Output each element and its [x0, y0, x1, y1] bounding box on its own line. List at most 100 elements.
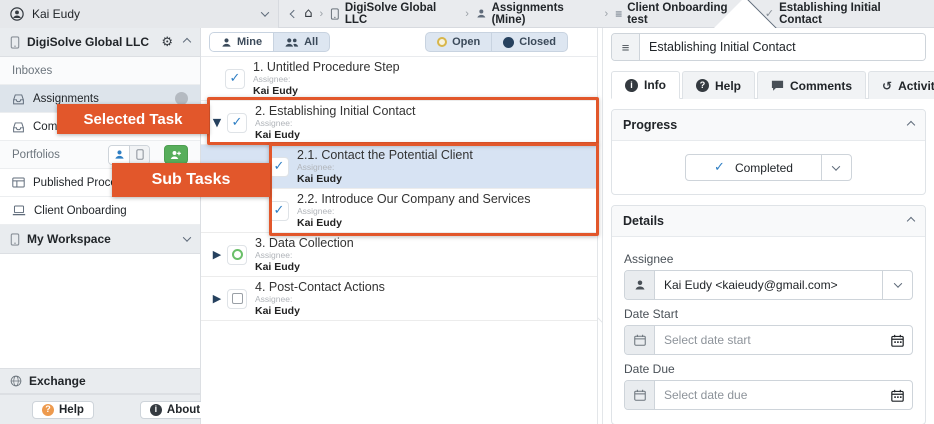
breadcrumb-separator: › — [465, 7, 469, 20]
task-checkbox-unchecked[interactable] — [227, 288, 247, 309]
assignee-label: Assignee: — [255, 250, 293, 261]
sidebar-item-client-onboarding[interactable]: Client Onboarding — [0, 197, 200, 225]
info-icon: i — [149, 403, 162, 416]
task-row-selected[interactable]: ✓ 2.1. Contact the Potential Client Assi… — [201, 145, 597, 189]
progress-card-header[interactable]: Progress — [612, 110, 925, 141]
user-menu[interactable]: Kai Eudy — [0, 0, 280, 28]
sidebar-item-label: Published Procedures — [33, 176, 146, 189]
filter-mine-button[interactable]: Mine — [210, 33, 274, 51]
home-icon[interactable]: ⌂ — [304, 6, 312, 21]
assignee-name: Kai Eudy — [297, 173, 342, 186]
tab-comments[interactable]: Comments — [757, 71, 867, 99]
task-checkbox[interactable]: ✓ — [225, 68, 245, 89]
task-checkbox[interactable]: ✓ — [269, 156, 289, 177]
task-title-input[interactable] — [640, 34, 925, 60]
progress-status-dropdown[interactable]: ✓ Completed — [685, 154, 852, 181]
details-card-header[interactable]: Details — [612, 206, 925, 237]
add-portfolio-button[interactable] — [164, 145, 188, 164]
detail-tabs: i Info ? Help Comments ↺ Activity — [611, 70, 934, 99]
breadcrumb-task[interactable]: ✓ Establishing Initial Contact — [765, 2, 922, 26]
select-caret[interactable] — [882, 271, 912, 299]
task-row[interactable]: ▶ 3. Data Collection Assignee: Kai Eudy — [201, 233, 597, 277]
sidebar-item-exchange[interactable]: Exchange — [0, 0, 934, 424]
tab-help[interactable]: ? Help — [682, 71, 756, 99]
assignments-badge — [175, 92, 188, 105]
sidebar-item-comments[interactable]: Comments — [0, 113, 200, 141]
tab-activity[interactable]: ↺ Activity — [868, 71, 934, 99]
task-row[interactable]: ▶ 4. Post-Contact Actions Assignee: Kai … — [201, 277, 597, 321]
filter-closed-button[interactable]: Closed — [491, 33, 567, 51]
date-start-input[interactable] — [655, 326, 882, 354]
dropdown-caret[interactable] — [820, 155, 851, 180]
check-icon: ✓ — [714, 160, 725, 175]
person-view-icon[interactable] — [109, 145, 129, 164]
task-row[interactable]: ✓ 1. Untitled Procedure Step Assignee: K… — [201, 57, 597, 101]
tablet-icon — [331, 7, 339, 20]
help-button[interactable]: ? Help — [32, 400, 94, 419]
about-button[interactable]: i About — [139, 400, 211, 419]
info-icon: i — [625, 78, 638, 92]
check-icon: ✓ — [231, 115, 243, 130]
assignee-name: Kai Eudy — [255, 261, 300, 274]
breadcrumb-separator: › — [319, 7, 324, 20]
sidebar-item-published-procedures[interactable]: Published Procedures — [0, 169, 200, 197]
date-due-field[interactable] — [624, 380, 913, 410]
empty-checkbox-icon — [231, 293, 243, 304]
sidebar-item-assignments[interactable]: Assignments — [0, 85, 200, 113]
calendar-picker-icon[interactable] — [882, 326, 912, 354]
chevron-up-icon[interactable] — [182, 37, 192, 47]
tablet-view-icon[interactable] — [129, 145, 149, 164]
date-due-input[interactable] — [655, 381, 882, 409]
sidebar-section-portfolios: Portfolios — [0, 141, 200, 169]
calendar-icon — [625, 381, 655, 409]
sidebar-workspace-header[interactable]: My Workspace — [0, 225, 200, 254]
assignee-select[interactable]: Kai Eudy <kaieudy@gmail.com> — [624, 270, 913, 300]
task-title: 1. Untitled Procedure Step — [253, 59, 400, 74]
progress-card: Progress ✓ Completed — [611, 109, 926, 195]
date-start-field[interactable] — [624, 325, 913, 355]
caret-expanded-icon[interactable]: ▼ — [209, 116, 225, 129]
portfolio-view-toggle[interactable] — [108, 144, 150, 165]
sidebar-footer: ? Help i About — [0, 394, 211, 424]
filter-open-button[interactable]: Open — [426, 33, 491, 51]
details-card-body: Assignee Kai Eudy <kaieudy@gmail.com> Da… — [612, 237, 925, 424]
task-checkbox[interactable]: ✓ — [227, 112, 247, 133]
tab-info[interactable]: i Info — [611, 71, 680, 99]
calendar-picker-icon[interactable] — [882, 381, 912, 409]
task-list-panel: Mine All Open Closed ✓ 1. Untitled Proce… — [201, 28, 598, 424]
details-card: Details Assignee Kai Eudy <kaieudy@gmail… — [611, 205, 926, 424]
check-icon: ✓ — [229, 71, 241, 86]
caret-collapsed-icon[interactable]: ▶ — [209, 292, 225, 305]
task-status-open[interactable] — [227, 244, 247, 265]
assignee-label: Assignee: — [297, 162, 335, 173]
task-row[interactable]: ▼ ✓ 2. Establishing Initial Contact Assi… — [201, 101, 597, 145]
task-title: 3. Data Collection — [255, 235, 354, 250]
assignee-name: Kai Eudy — [255, 305, 300, 318]
globe-icon — [10, 375, 22, 387]
breadcrumb-assignments[interactable]: Assignments (Mine) — [476, 2, 598, 26]
inbox-tray-icon — [13, 121, 24, 132]
person-icon — [625, 271, 655, 299]
chevron-down-icon — [261, 7, 270, 17]
filter-all-button[interactable]: All — [273, 33, 329, 51]
task-row[interactable]: ✓ 2.2. Introduce Our Company and Service… — [201, 189, 597, 233]
back-icon[interactable] — [290, 9, 299, 18]
collapse-icon[interactable] — [906, 216, 916, 226]
sidebar-section-inboxes: Inboxes — [0, 57, 200, 85]
task-title: 2. Establishing Initial Contact — [255, 103, 416, 118]
exchange-label: Exchange — [29, 374, 86, 388]
assignee-label: Assignee: — [255, 118, 293, 129]
task-checkbox[interactable]: ✓ — [269, 200, 289, 221]
task-title-group: ≡ — [611, 33, 926, 61]
breadcrumb-org[interactable]: DigiSolve Global LLC — [330, 2, 458, 26]
gear-icon[interactable]: ⚙ — [161, 35, 173, 50]
caret-collapsed-icon[interactable]: ▶ — [209, 248, 225, 261]
sidebar-org-name: DigiSolve Global LLC — [27, 35, 150, 49]
user-icon — [10, 6, 24, 21]
collapse-icon[interactable] — [906, 120, 916, 130]
top-bar: Kai Eudy ⌂ › DigiSolve Global LLC › Assi… — [0, 0, 934, 28]
task-title: 2.1. Contact the Potential Client — [297, 147, 473, 162]
comment-icon — [771, 80, 784, 91]
sidebar-org-header[interactable]: DigiSolve Global LLC ⚙ — [0, 28, 200, 57]
assignee-name: Kai Eudy — [297, 217, 342, 230]
